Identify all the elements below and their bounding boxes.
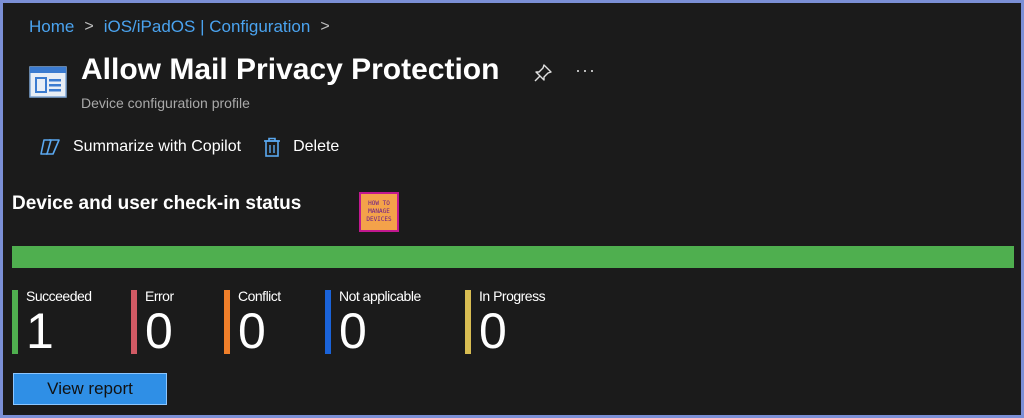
copilot-label: Summarize with Copilot	[73, 138, 242, 155]
stat-value: 0	[479, 303, 507, 359]
stat-value: 0	[145, 303, 173, 359]
copilot-icon	[40, 139, 60, 155]
delete-button[interactable]: Delete	[263, 137, 339, 157]
stat-label: Not applicable	[339, 288, 421, 304]
status-color-bar	[12, 290, 18, 354]
check-in-status-title: Device and user check-in status	[12, 193, 302, 214]
toolbar: Summarize with Copilot Delete	[39, 137, 361, 157]
page-frame: Home > iOS/iPadOS | Configuration > Allo…	[0, 0, 1024, 418]
breadcrumb-home[interactable]: Home	[29, 17, 74, 37]
status-color-bar	[131, 290, 137, 354]
status-color-bar	[325, 290, 331, 354]
how-to-manage-devices-logo: HOW TO MANAGE DEVICES	[359, 192, 399, 232]
check-in-progress-bar	[12, 246, 1014, 268]
stat-value: 0	[238, 303, 266, 359]
page-subtitle: Device configuration profile	[81, 95, 250, 111]
view-report-button[interactable]: View report	[13, 373, 167, 405]
stat-label: Conflict	[238, 288, 281, 304]
status-color-bar	[224, 290, 230, 354]
breadcrumb-ios-configuration[interactable]: iOS/iPadOS | Configuration	[104, 17, 311, 37]
stat-label: In Progress	[479, 288, 546, 304]
status-color-bar	[465, 290, 471, 354]
stat-value: 1	[26, 303, 54, 359]
breadcrumb-separator: >	[84, 18, 94, 35]
configuration-profile-icon	[29, 66, 67, 98]
progress-fill	[12, 246, 1014, 268]
trash-icon	[264, 137, 281, 157]
summarize-with-copilot-button[interactable]: Summarize with Copilot	[39, 137, 241, 157]
breadcrumb-separator: >	[320, 18, 330, 35]
breadcrumb: Home > iOS/iPadOS | Configuration >	[29, 17, 340, 37]
stat-label: Succeeded	[26, 288, 92, 304]
page-title: Allow Mail Privacy Protection	[81, 53, 500, 86]
stat-label: Error	[145, 288, 174, 304]
more-options-icon[interactable]: ···	[575, 60, 596, 81]
delete-label: Delete	[293, 138, 340, 155]
stat-value: 0	[339, 303, 367, 359]
pin-icon[interactable]	[533, 63, 553, 83]
